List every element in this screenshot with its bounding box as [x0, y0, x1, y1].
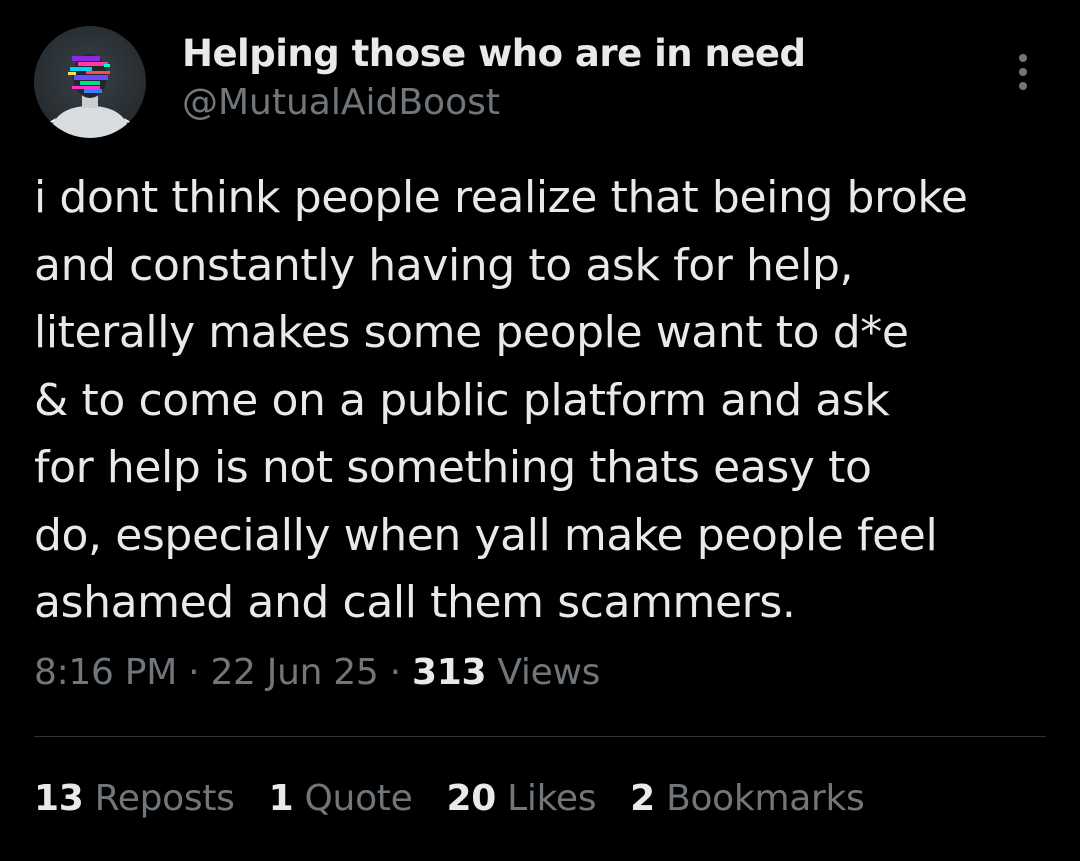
timestamp-time[interactable]: 8:16 PM	[34, 652, 177, 693]
likes-label: Likes	[507, 778, 597, 819]
tweet-detail: Helping those who are in need @MutualAid…	[0, 0, 1080, 861]
more-vertical-icon	[1019, 54, 1027, 90]
timestamp-date[interactable]: 22 Jun 25	[210, 652, 378, 693]
tweet-text-line: ashamed and call them scammers.	[34, 577, 796, 628]
views-count: 313	[411, 652, 487, 693]
author-handle[interactable]: @MutualAidBoost	[182, 82, 500, 123]
quotes-label: Quote	[304, 778, 413, 819]
bookmarks-stat[interactable]: 2 Bookmarks	[630, 778, 865, 819]
likes-count: 20	[446, 778, 496, 819]
meta-separator: ·	[188, 652, 200, 693]
tweet-text-line: & to come on a public platform and ask	[34, 374, 890, 426]
reposts-count: 13	[34, 778, 84, 819]
more-options-button[interactable]	[1008, 50, 1038, 94]
reposts-label: Reposts	[94, 778, 235, 819]
tweet-text: i dont think people realize that being b…	[34, 164, 1054, 637]
divider	[34, 736, 1046, 737]
engagement-stats: 13 Reposts 1 Quote 20 Likes 2 Bookmarks	[34, 778, 865, 819]
quotes-count: 1	[268, 778, 294, 819]
views-label: Views	[497, 652, 601, 693]
bookmarks-count: 2	[630, 778, 655, 819]
quotes-stat[interactable]: 1 Quote	[269, 778, 413, 819]
tweet-text-line: for help is not something thats easy to	[34, 442, 872, 493]
avatar[interactable]	[34, 26, 146, 138]
author-display-name[interactable]: Helping those who are in need	[182, 32, 806, 75]
tweet-text-line: i dont think people realize that being b…	[34, 172, 968, 223]
likes-stat[interactable]: 20 Likes	[446, 778, 596, 819]
tweet-text-line: do, especially when yall make people fee…	[34, 509, 938, 561]
meta-separator: ·	[389, 652, 401, 693]
glitch-portrait-avatar-icon	[42, 54, 138, 138]
tweet-text-line: literally makes some people want to d*e	[34, 307, 909, 358]
bookmarks-label: Bookmarks	[666, 778, 865, 819]
reposts-stat[interactable]: 13 Reposts	[34, 778, 235, 819]
tweet-meta: 8:16 PM · 22 Jun 25 · 313 Views	[34, 652, 600, 693]
tweet-text-line: and constantly having to ask for help,	[34, 239, 854, 291]
